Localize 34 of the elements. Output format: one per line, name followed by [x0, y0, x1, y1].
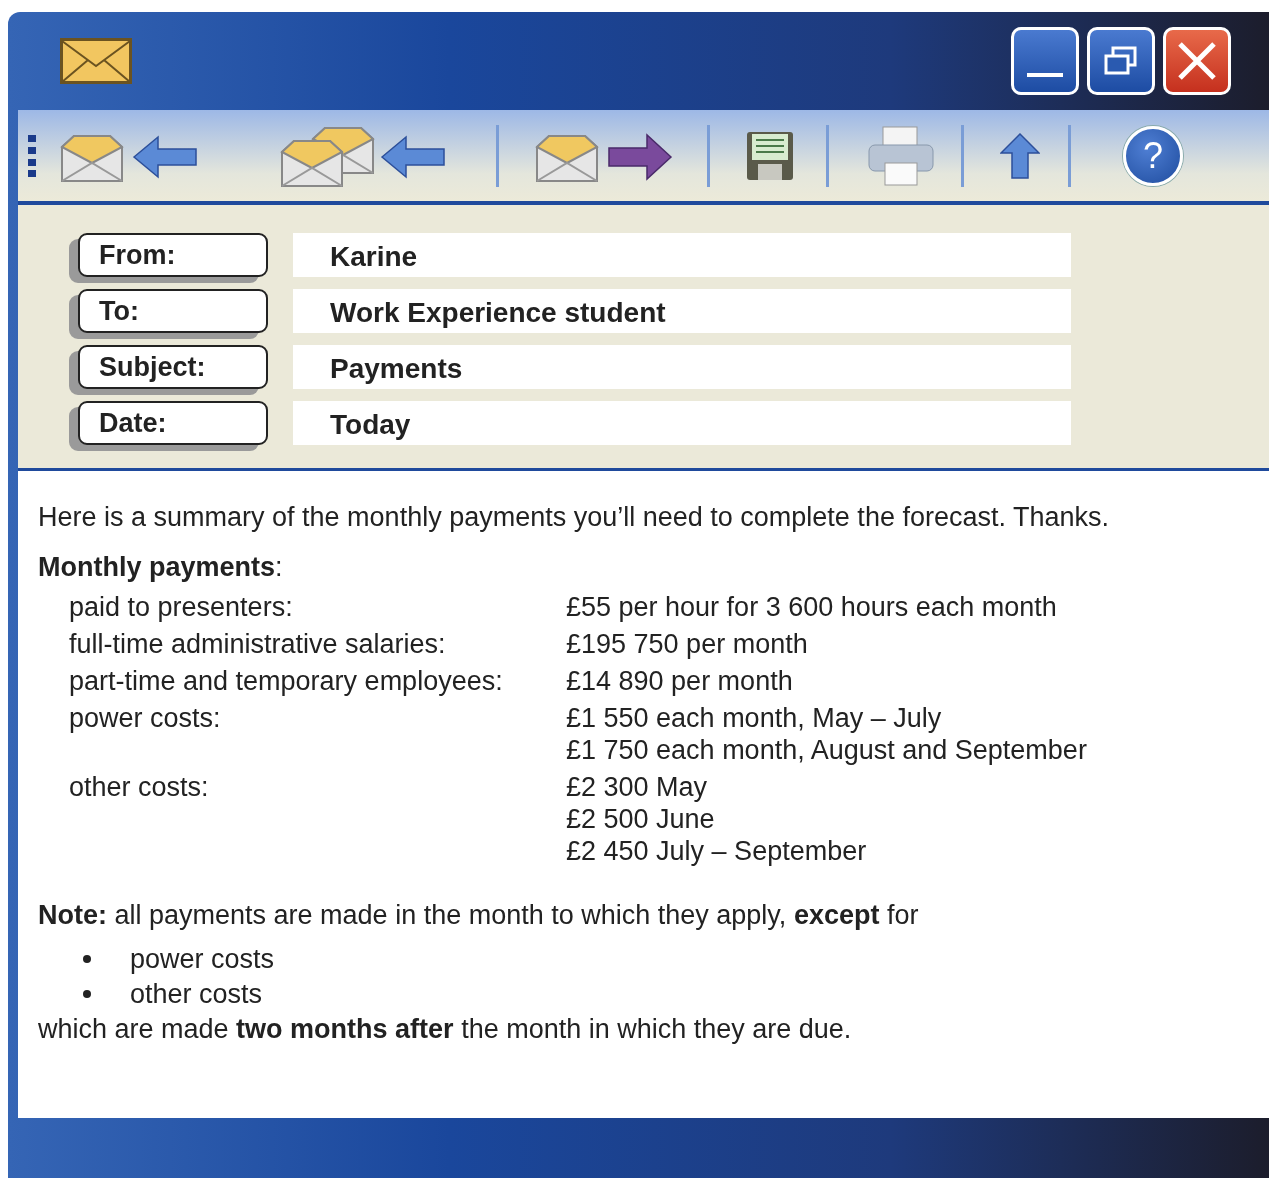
close-button[interactable] — [1163, 27, 1231, 95]
section-heading: Monthly payments: — [38, 551, 284, 583]
bullet-text: power costs — [130, 942, 275, 975]
payment-label: part-time and temporary employees: — [68, 665, 504, 697]
payment-amount: £1 550 each month, May – July — [566, 702, 943, 734]
payment-label: other costs: — [68, 771, 210, 804]
bullet-icon — [83, 989, 91, 998]
payment-amount: £2 500 June — [566, 803, 716, 835]
envelope-icon — [60, 38, 132, 84]
help-button[interactable]: ? — [1123, 125, 1183, 186]
payment-amount: £14 890 per month — [566, 665, 794, 697]
field-value: Work Experience student — [293, 289, 1071, 333]
payment-amount: £2 450 July – September — [566, 835, 868, 867]
restore-button[interactable] — [1087, 27, 1155, 95]
payment-amount: £55 per hour for 3 600 hours each month — [566, 591, 1058, 623]
up-arrow-icon[interactable] — [1000, 132, 1040, 179]
payment-label: full-time administrative salaries: — [68, 628, 447, 660]
payment-amount: £195 750 per month — [566, 628, 809, 660]
floppy-disk-icon[interactable] — [746, 130, 794, 181]
payment-label: paid to presenters: — [68, 591, 294, 623]
payment-amount: £2 300 May — [566, 771, 709, 803]
note-text: Note: all payments are made in the month to which they apply, except for — [38, 899, 920, 931]
minimize-button[interactable] — [1011, 27, 1079, 95]
intro-text: Here is a summary of the monthly payments you’ll need to complete the forecast. Thanks. — [38, 501, 1110, 533]
closing-text: which are made two months after the month in which they are due. — [38, 1013, 853, 1045]
bullet-icon — [83, 954, 91, 963]
field-value: Karine — [293, 233, 1071, 277]
field-value: Today — [293, 401, 1071, 445]
bullet-text: other costs — [130, 977, 263, 1010]
payment-amount: £1 750 each month, August and September — [566, 734, 1088, 766]
field-value: Payments — [293, 345, 1071, 389]
payment-label: power costs: — [68, 702, 222, 735]
minimize-icon — [1027, 73, 1063, 77]
toolbar-grip-icon[interactable] — [28, 134, 36, 177]
